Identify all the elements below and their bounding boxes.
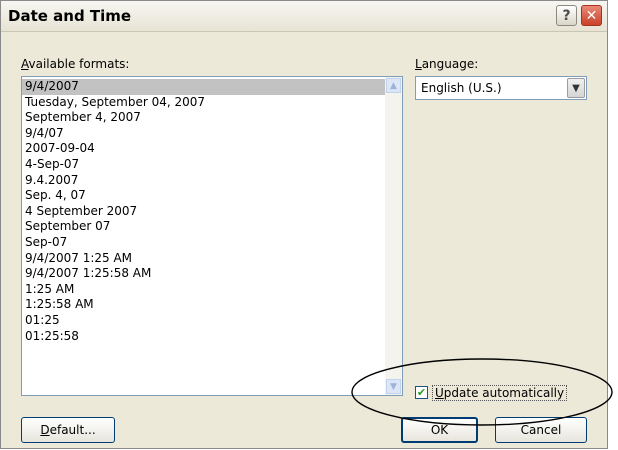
language-value: English (U.S.) <box>421 81 502 95</box>
cancel-button-label: Cancel <box>520 423 562 437</box>
format-list-item[interactable]: Sep. 4, 07 <box>22 188 385 204</box>
chevron-down-icon: ▼ <box>572 82 580 94</box>
format-list-item[interactable]: 2007-09-04 <box>22 141 385 157</box>
close-icon: ✕ <box>585 7 598 24</box>
update-automatically-checkbox[interactable]: ✔ <box>415 386 428 399</box>
language-select[interactable]: English (U.S.) ▼ <box>415 76 587 100</box>
language-dropdown-button[interactable]: ▼ <box>567 78 585 98</box>
scroll-up-arrow-icon[interactable]: ▲ <box>386 78 401 93</box>
close-button[interactable]: ✕ <box>581 5 602 26</box>
update-automatically-label-accel: U <box>435 386 444 400</box>
format-list-item[interactable]: 9/4/2007 <box>22 79 385 95</box>
ok-button[interactable]: OK <box>401 417 478 443</box>
available-formats-list[interactable]: 9/4/2007 Tuesday, September 04, 2007 Septe… <box>21 76 403 396</box>
format-items: 9/4/2007 Tuesday, September 04, 2007 Septe… <box>22 79 385 344</box>
format-list-item[interactable]: 01:25:58 <box>22 329 385 345</box>
format-list-item[interactable]: 9/4/2007 1:25:58 AM <box>22 266 385 282</box>
default-button[interactable]: Default... <box>21 417 115 443</box>
format-list-item[interactable]: 9/4/2007 1:25 AM <box>22 251 385 267</box>
update-automatically-label-text: pdate automatically <box>443 386 565 400</box>
language-label-text: anguage: <box>421 57 479 71</box>
help-icon: ? <box>562 7 571 24</box>
checkmark-icon: ✔ <box>416 386 427 399</box>
dialog-title: Date and Time <box>8 7 132 25</box>
format-list-item[interactable]: 4-Sep-07 <box>22 157 385 173</box>
format-list-item[interactable]: Sep-07 <box>22 235 385 251</box>
date-time-dialog: Date and Time ? ✕ Available formats: 9/4… <box>0 0 608 449</box>
cancel-button[interactable]: Cancel <box>495 417 587 443</box>
format-list-item[interactable]: September 4, 2007 <box>22 110 385 126</box>
format-list-item[interactable]: 1:25 AM <box>22 282 385 298</box>
format-list-item[interactable]: 01:25 <box>22 313 385 329</box>
format-list-item[interactable]: 9.4.2007 <box>22 173 385 189</box>
language-label: Language: <box>415 57 478 71</box>
format-list-item[interactable]: Tuesday, September 04, 2007 <box>22 95 385 111</box>
available-formats-label-accel: A <box>21 57 29 71</box>
ok-button-label: OK <box>430 423 449 437</box>
list-scrollbar[interactable]: ▲ ▼ <box>385 77 402 395</box>
available-formats-label: Available formats: <box>21 57 129 71</box>
format-list-item[interactable]: 1:25:58 AM <box>22 297 385 313</box>
format-list-item[interactable]: 9/4/07 <box>22 126 385 142</box>
format-list-item[interactable]: 4 September 2007 <box>22 204 385 220</box>
language-label-accel: L <box>415 57 422 71</box>
update-automatically-label[interactable]: Update automatically <box>432 385 568 401</box>
title-bar[interactable]: Date and Time ? ✕ <box>1 1 607 32</box>
format-list-item[interactable]: September 07 <box>22 219 385 235</box>
help-button[interactable]: ? <box>556 5 577 26</box>
scroll-down-arrow-icon[interactable]: ▼ <box>386 379 401 394</box>
available-formats-label-text: vailable formats: <box>28 57 130 71</box>
default-button-accel: D <box>40 423 50 437</box>
default-button-label: efault... <box>49 423 96 437</box>
